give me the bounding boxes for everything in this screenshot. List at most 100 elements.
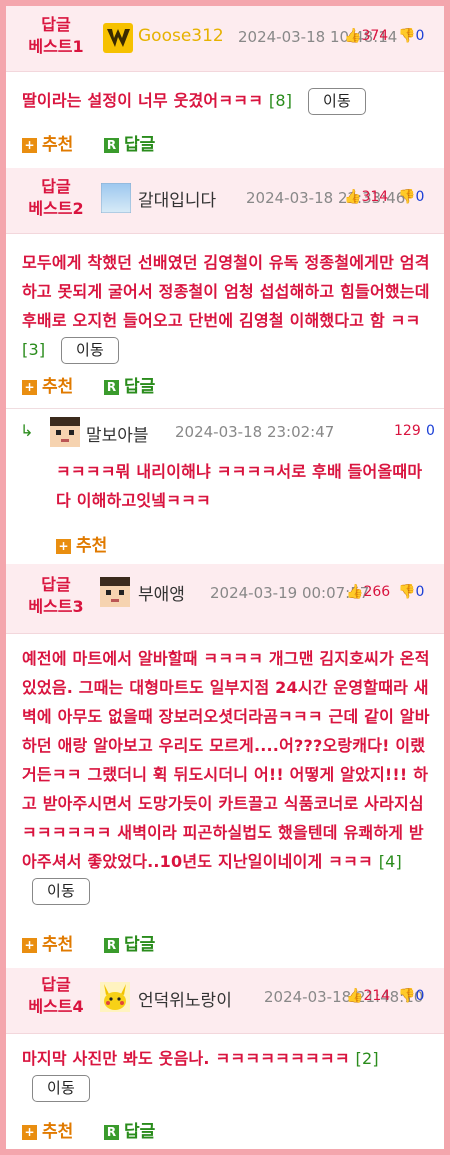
comment-text: 모두에게 착했던 선배였던 김영철이 유독 정종철에게만 엄격하고 못되게 굴어… bbox=[22, 253, 430, 330]
downvote-button[interactable]: 👎0 bbox=[398, 28, 424, 44]
thumb-up-icon: 👍 bbox=[344, 28, 362, 44]
thumb-up-icon: 👍 bbox=[344, 189, 362, 205]
comment-header-best4: 답글 베스트4 언덕위노랑이 2024-03-18 21:48:10 👍214 … bbox=[6, 968, 444, 1034]
downvote-count: 0 bbox=[415, 189, 425, 205]
reply-r-icon: R bbox=[104, 1124, 119, 1140]
nickname[interactable]: 말보아블 bbox=[86, 421, 149, 446]
downvote-count: 0 bbox=[415, 28, 425, 44]
comment-date: 2024-03-18 23:02:47 bbox=[175, 423, 335, 441]
reply-button[interactable]: R 답글 bbox=[104, 130, 155, 155]
comment-body: 마지막 사진만 봐도 웃음나. ㅋㅋㅋㅋㅋㅋㅋㅋㅋ [2] 이동 bbox=[22, 1044, 436, 1102]
upvote-button[interactable]: 👍214 bbox=[346, 988, 390, 1004]
recommend-label: 추천 bbox=[76, 536, 108, 556]
reply-count: [4] bbox=[378, 852, 402, 871]
plus-icon: + bbox=[56, 538, 71, 554]
sub-reply: ↳ 말보아블 2024-03-18 23:02:47 129 0 ㅋㅋㅋㅋ뭐 내… bbox=[6, 409, 444, 559]
comment-actions: + 추천 R 답글 bbox=[22, 372, 222, 397]
reply-r-icon: R bbox=[104, 137, 119, 153]
pixel-face-icon bbox=[50, 417, 80, 447]
yellow-logo-icon bbox=[103, 23, 133, 53]
reply-button[interactable]: R 답글 bbox=[104, 1117, 155, 1142]
comment-actions: + 추천 R 답글 bbox=[22, 930, 222, 955]
pikachu-icon bbox=[100, 982, 130, 1012]
nickname[interactable]: 부애앵 bbox=[138, 580, 185, 605]
downvote-count: 0 bbox=[415, 584, 425, 600]
upvote-count: 214 bbox=[363, 988, 391, 1004]
upvote-count: 374 bbox=[361, 28, 389, 44]
recommend-button[interactable]: + 추천 bbox=[22, 372, 73, 397]
plus-icon: + bbox=[22, 1124, 37, 1140]
reply-r-icon: R bbox=[104, 379, 119, 395]
plus-icon: + bbox=[22, 379, 37, 395]
move-button[interactable]: 이동 bbox=[32, 878, 91, 905]
best-badge: 답글 베스트4 bbox=[16, 974, 96, 1018]
thumb-up-icon: 👍 bbox=[346, 584, 364, 600]
reply-label: 답글 bbox=[124, 377, 156, 397]
badge-line2: 베스트1 bbox=[28, 37, 84, 56]
comment-actions: + 추천 R 답글 bbox=[22, 130, 222, 155]
best-badge: 답글 베스트3 bbox=[16, 574, 96, 618]
badge-line1: 답글 bbox=[41, 177, 71, 196]
plus-icon: + bbox=[22, 137, 37, 153]
reply-count: [3] bbox=[22, 340, 46, 359]
downvote-button[interactable]: 👎0 bbox=[398, 988, 424, 1004]
plus-icon: + bbox=[22, 937, 37, 953]
upvote-count: 266 bbox=[363, 584, 391, 600]
reply-label: 답글 bbox=[124, 1122, 156, 1142]
badge-line1: 답글 bbox=[41, 575, 71, 594]
reply-button[interactable]: R 답글 bbox=[104, 372, 155, 397]
recommend-button[interactable]: + 추천 bbox=[56, 531, 107, 556]
move-button[interactable]: 이동 bbox=[61, 337, 120, 364]
thumb-up-icon: 👍 bbox=[346, 988, 364, 1004]
nickname[interactable]: 언덕위노랑이 bbox=[138, 986, 232, 1011]
comment-text: 예전에 마트에서 알바할때 ㅋㅋㅋㅋ 개그맨 김지호씨가 온적 있었음. 그때는… bbox=[22, 649, 430, 871]
reply-button[interactable]: R 답글 bbox=[104, 930, 155, 955]
badge-line1: 답글 bbox=[41, 975, 71, 994]
sky-image-icon bbox=[101, 183, 131, 213]
best-badge: 답글 베스트1 bbox=[16, 14, 96, 58]
comment-body: 딸이라는 설정이 너무 웃겼어ㅋㅋㅋ [8] 이동 bbox=[22, 86, 434, 115]
reply-count: [8] bbox=[268, 91, 293, 110]
recommend-label: 추천 bbox=[42, 935, 74, 955]
thumb-down-icon: 👎 bbox=[398, 28, 416, 44]
pixel-face-icon bbox=[100, 577, 130, 607]
recommend-label: 추천 bbox=[42, 1122, 74, 1142]
recommend-button[interactable]: + 추천 bbox=[22, 930, 73, 955]
comment-text: 마지막 사진만 봐도 웃음나. ㅋㅋㅋㅋㅋㅋㅋㅋㅋ bbox=[22, 1049, 350, 1068]
move-button[interactable]: 이동 bbox=[307, 88, 366, 115]
downvote-count: 0 bbox=[415, 988, 425, 1004]
nickname[interactable]: Goose312 bbox=[138, 26, 224, 46]
comment-body: 예전에 마트에서 알바할때 ㅋㅋㅋㅋ 개그맨 김지호씨가 온적 있었음. 그때는… bbox=[22, 644, 436, 905]
reply-r-icon: R bbox=[104, 937, 119, 953]
comment-header-best2: 답글 베스트2 갈대입니다 2024-03-18 22:33:46 👍314 👎… bbox=[6, 168, 444, 234]
downvote-count[interactable]: 0 bbox=[426, 423, 435, 439]
reply-count: [2] bbox=[355, 1049, 379, 1068]
thumb-down-icon: 👎 bbox=[398, 988, 416, 1004]
downvote-button[interactable]: 👎0 bbox=[398, 189, 424, 205]
upvote-button[interactable]: 👍266 bbox=[346, 584, 390, 600]
upvote-count: 314 bbox=[361, 189, 389, 205]
comment-actions: + 추천 R 답글 bbox=[22, 1117, 222, 1142]
best-badge: 답글 베스트2 bbox=[16, 176, 96, 220]
recommend-label: 추천 bbox=[42, 135, 74, 155]
comment-body: 모두에게 착했던 선배였던 김영철이 유독 정종철에게만 엄격하고 못되게 굴어… bbox=[22, 248, 436, 364]
comment-header-best3: 답글 베스트3 부애앵 2024-03-19 00:07:57 👍266 👎0 bbox=[6, 564, 444, 634]
move-button[interactable]: 이동 bbox=[32, 1075, 91, 1102]
upvote-count[interactable]: 129 bbox=[394, 423, 421, 439]
badge-line2: 베스트3 bbox=[28, 597, 84, 616]
comment-text: 딸이라는 설정이 너무 웃겼어ㅋㅋㅋ bbox=[22, 91, 264, 110]
upvote-button[interactable]: 👍374 bbox=[344, 28, 388, 44]
nickname[interactable]: 갈대입니다 bbox=[138, 186, 216, 211]
reply-label: 답글 bbox=[124, 935, 156, 955]
downvote-button[interactable]: 👎0 bbox=[398, 584, 424, 600]
badge-line2: 베스트4 bbox=[28, 997, 84, 1016]
reply-label: 답글 bbox=[124, 135, 156, 155]
recommend-button[interactable]: + 추천 bbox=[22, 1117, 73, 1142]
upvote-button[interactable]: 👍314 bbox=[344, 189, 388, 205]
badge-line2: 베스트2 bbox=[28, 199, 84, 218]
badge-line1: 답글 bbox=[41, 15, 71, 34]
comment-header-best1: 답글 베스트1 Goose312 2024-03-18 10:48:14 👍37… bbox=[6, 6, 444, 72]
recommend-button[interactable]: + 추천 bbox=[22, 130, 73, 155]
thumb-down-icon: 👎 bbox=[398, 584, 416, 600]
reply-arrow-icon: ↳ bbox=[20, 421, 34, 440]
